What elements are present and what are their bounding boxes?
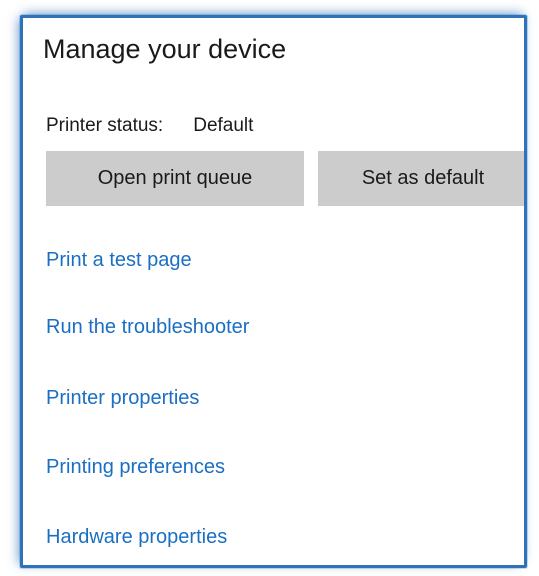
printer-status-value: Default [193, 115, 254, 136]
printing-preferences-link[interactable]: Printing preferences [46, 456, 225, 479]
printer-status-label: Printer status: [46, 115, 164, 136]
manage-device-panel: Manage your device Printer status: Defaul… [20, 15, 527, 568]
hardware-properties-link[interactable]: Hardware properties [46, 526, 227, 549]
page-title: Manage your device [43, 34, 287, 64]
printer-properties-link[interactable]: Printer properties [46, 387, 199, 410]
printer-status-row: Printer status: Default [46, 115, 253, 137]
print-test-page-link[interactable]: Print a test page [46, 249, 192, 272]
open-print-queue-button[interactable]: Open print queue [46, 151, 304, 206]
set-as-default-button[interactable]: Set as default [318, 151, 524, 206]
run-troubleshooter-link[interactable]: Run the troubleshooter [46, 316, 249, 339]
